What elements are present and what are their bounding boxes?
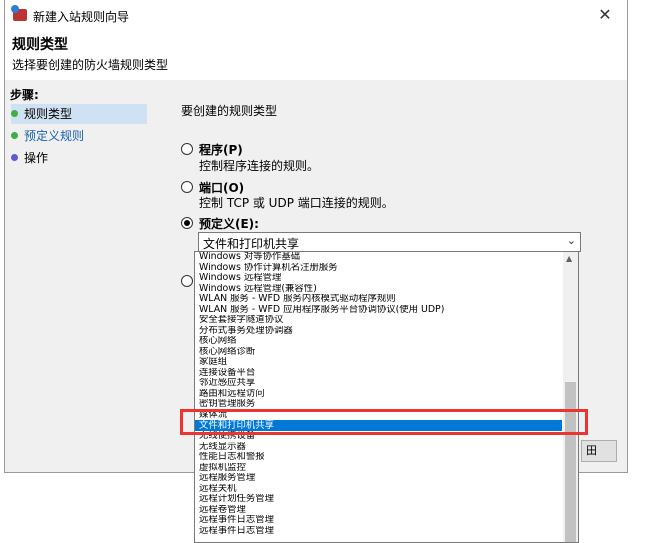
step-status-icon [11,132,18,139]
steps-panel: 步骤: 规则类型 预定义规则 操作 [5,80,151,472]
dropdown-item[interactable]: 密钥管理服务 [195,399,562,410]
chevron-down-icon[interactable]: ⌄ [567,234,576,247]
window-title: 新建入站规则向导 [33,10,130,24]
firewall-icon [11,5,27,21]
dropdown-item[interactable]: 分布式事务处理协调器 [195,326,562,337]
rule-type-prompt: 要创建的规则类型 [181,104,278,118]
dropdown-item[interactable]: Windows 对等协作基础 [195,252,562,263]
dropdown-item[interactable]: 远程事件日志管理 [195,515,562,526]
step-status-icon [11,110,18,117]
back-button[interactable]: 田 [581,440,617,462]
program-radio[interactable] [181,143,193,155]
dropdown-item[interactable]: 无线显示器 [195,442,562,453]
step-predefined-rules[interactable]: 预定义规则 [11,126,84,146]
highlight-annotation [180,409,588,435]
dropdown-item[interactable]: 远程卷管理 [195,505,562,516]
program-label[interactable]: 程序(P) [199,141,243,158]
port-description: 控制 TCP 或 UDP 端口连接的规则。 [199,196,394,210]
dropdown-item[interactable]: Windows 协作计算机名注册服务 [195,263,562,274]
page-title: 规则类型 [12,37,68,53]
wizard-header: 规则类型 选择要创建的防火墙规则类型 [5,30,627,81]
dropdown-items: Windows 对等协作基础 Windows 协作计算机名注册服务 Windows … [195,252,562,536]
dropdown-item[interactable]: 邻近感应共享 [195,378,562,389]
dropdown-scrollbar[interactable]: ▲ [563,252,578,542]
scroll-up-arrow-icon[interactable]: ▲ [566,254,572,263]
dropdown-item[interactable]: 路由和远程访问 [195,389,562,400]
dropdown-item[interactable]: 远程服务管理 [195,473,562,484]
dropdown-item[interactable]: 安全套接字隧道协议 [195,315,562,326]
dropdown-item[interactable]: Windows 远程管理(兼容性) [195,284,562,295]
dropdown-item[interactable]: 连接设备平台 [195,368,562,379]
predefined-combobox[interactable]: 文件和打印机共享 ⌄ [198,232,581,252]
dropdown-item[interactable]: 家庭组 [195,357,562,368]
dropdown-item[interactable]: 核心网络诊断 [195,347,562,358]
dropdown-item[interactable]: WLAN 服务 - WFD 服务内核模式驱动程序规则 [195,294,562,305]
title-bar: 新建入站规则向导 ✕ [5,0,627,30]
step-label: 操作 [24,151,49,165]
step-label: 预定义规则 [24,129,85,143]
custom-radio[interactable] [181,275,193,287]
combobox-value: 文件和打印机共享 [203,237,300,251]
steps-heading: 步骤: [10,88,39,102]
dropdown-item[interactable]: 远程关机 [195,484,562,495]
page-subtitle: 选择要创建的防火墙规则类型 [12,58,169,72]
program-description: 控制程序连接的规则。 [199,159,320,173]
step-action[interactable]: 操作 [11,148,48,168]
scrollbar-thumb[interactable] [565,382,576,542]
predefined-label[interactable]: 预定义(E): [199,215,259,232]
dropdown-item[interactable]: 虚拟机监控 [195,463,562,474]
dropdown-item[interactable]: 核心网络 [195,336,562,347]
step-status-icon [11,154,18,161]
dropdown-item[interactable]: 远程计划任务管理 [195,494,562,505]
step-label: 规则类型 [24,107,73,121]
port-radio[interactable] [181,181,193,193]
dropdown-item[interactable]: WLAN 服务 - WFD 应用程序服务平台协调协议(使用 UDP) [195,305,562,316]
dropdown-item[interactable]: Windows 远程管理 [195,273,562,284]
step-rule-type[interactable]: 规则类型 [11,104,147,124]
dropdown-item[interactable]: 远程事件日志管理 [195,526,562,537]
dropdown-item[interactable]: 性能日志和警报 [195,452,562,463]
close-button[interactable]: ✕ [583,0,627,30]
predefined-dropdown-list[interactable]: Windows 对等协作基础 Windows 协作计算机名注册服务 Windows … [194,251,579,543]
predefined-radio[interactable] [181,217,193,229]
